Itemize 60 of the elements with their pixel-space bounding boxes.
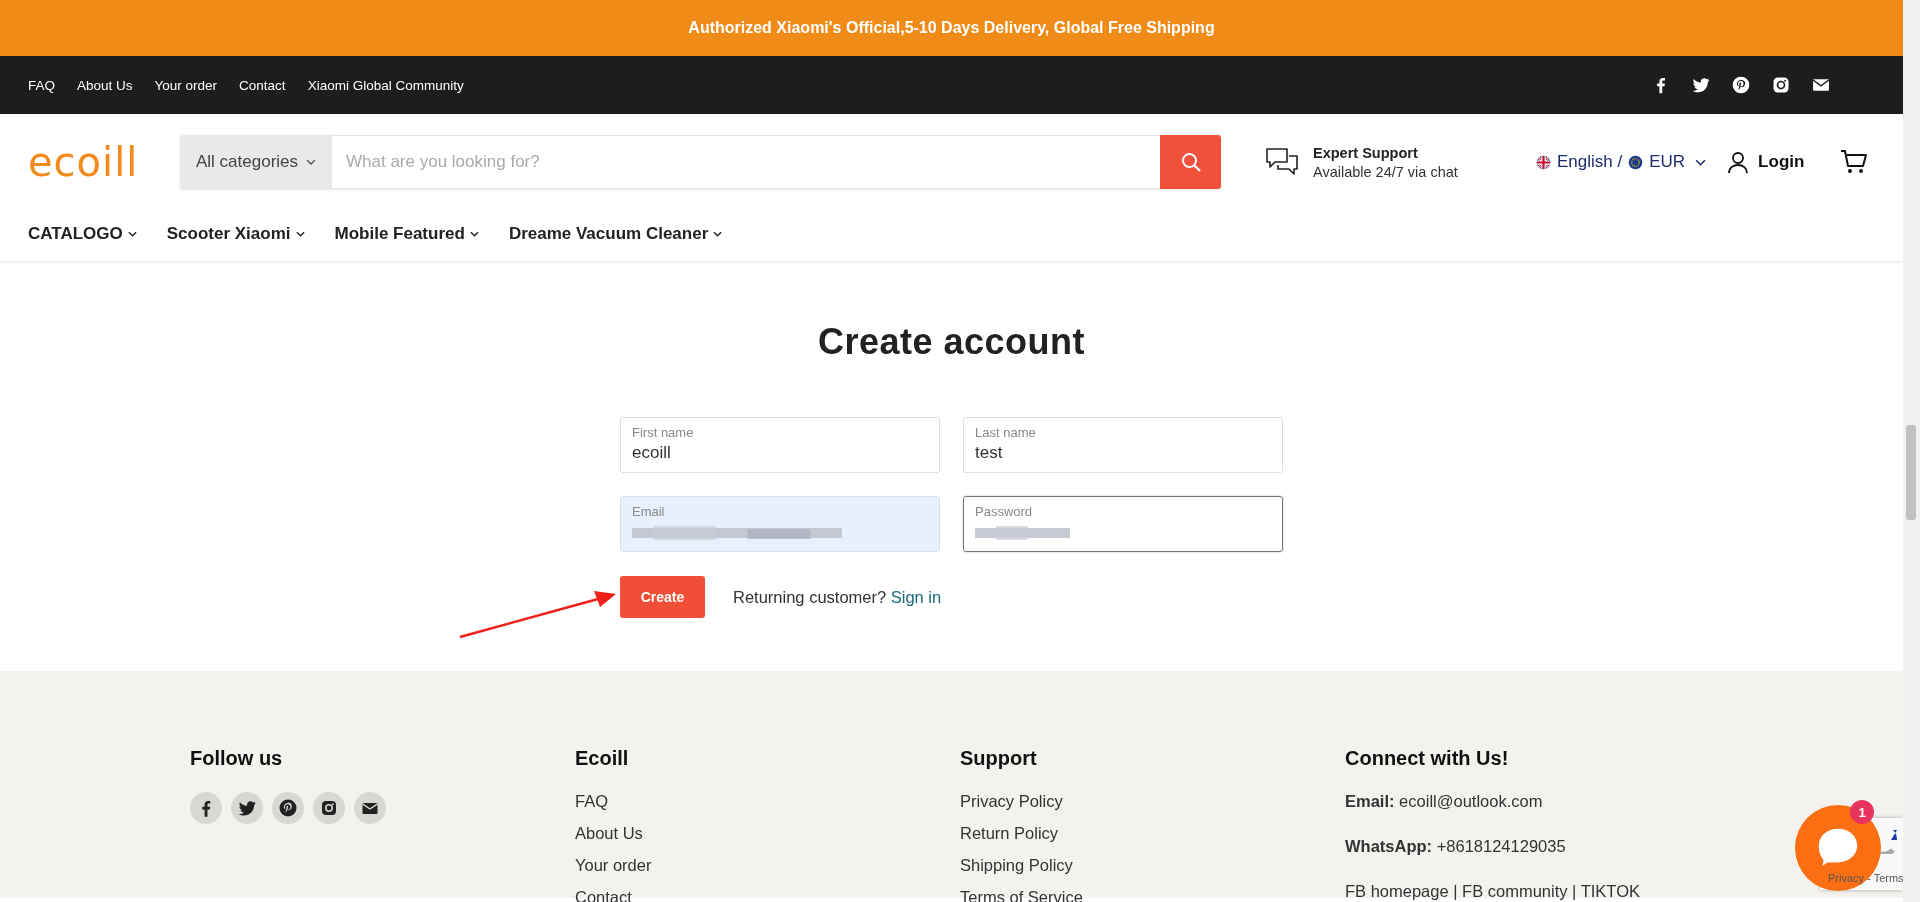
instagram-icon[interactable] bbox=[1771, 75, 1791, 95]
sign-in-link[interactable]: Sign in bbox=[890, 587, 942, 606]
contact-line: FB homepage | FB community | TIKTOK bbox=[1345, 882, 1641, 902]
chat-bubbles-icon bbox=[1265, 147, 1299, 177]
footer-link[interactable]: Privacy Policy bbox=[960, 792, 1345, 824]
chevron-down-icon bbox=[713, 230, 723, 237]
returning-customer-text: Returning customer? Sign in bbox=[733, 587, 942, 607]
nav-menu-item[interactable]: Scooter Xiaomi bbox=[166, 223, 305, 244]
contact-line: WhatsApp: +8618124129035 bbox=[1345, 837, 1567, 857]
twitter-icon[interactable] bbox=[1691, 75, 1711, 95]
facebook-icon[interactable] bbox=[190, 792, 222, 824]
user-icon[interactable] bbox=[1726, 149, 1751, 175]
nav-menu-item[interactable]: CATALOGO bbox=[28, 223, 137, 244]
pinterest-icon[interactable] bbox=[272, 792, 304, 824]
login-link[interactable]: Login bbox=[1758, 152, 1805, 172]
input-field[interactable]: First name ecoill bbox=[620, 417, 940, 473]
category-dropdown[interactable]: All categories bbox=[180, 135, 332, 189]
page-title: Create account bbox=[817, 321, 1086, 363]
top-link[interactable]: Xiaomi Global Community bbox=[307, 77, 464, 93]
search-field[interactable]: What are you looking for? bbox=[332, 135, 1160, 189]
footer-link[interactable]: Shipping Policy bbox=[960, 856, 1345, 888]
twitter-icon[interactable] bbox=[231, 792, 263, 824]
chevron-down-icon bbox=[127, 230, 137, 237]
mail-icon[interactable] bbox=[354, 792, 386, 824]
chevron-down-icon bbox=[306, 159, 317, 165]
create-button[interactable]: Create bbox=[620, 576, 705, 618]
top-link[interactable]: Your order bbox=[154, 77, 218, 93]
contact-line: Email: ecoill@outlook.com bbox=[1345, 792, 1544, 812]
cart-icon[interactable] bbox=[1840, 149, 1869, 175]
footer-heading: Follow us bbox=[190, 747, 284, 770]
search-button[interactable] bbox=[1160, 135, 1221, 189]
top-link[interactable]: About Us bbox=[77, 77, 133, 93]
footer-link[interactable]: Your order bbox=[575, 856, 960, 888]
footer-heading: Ecoill bbox=[575, 747, 630, 770]
input-field[interactable]: Password bbox=[963, 496, 1283, 552]
currency-selector[interactable]: EUR bbox=[1649, 152, 1686, 172]
pinterest-icon[interactable] bbox=[1731, 75, 1751, 95]
flag-icon[interactable] bbox=[1535, 153, 1552, 171]
language-selector[interactable]: English / bbox=[1557, 152, 1623, 172]
support-subtitle: Available 24/7 via chat bbox=[1313, 163, 1458, 180]
instagram-icon[interactable] bbox=[313, 792, 345, 824]
footer-link[interactable]: Return Policy bbox=[960, 824, 1345, 856]
footer-heading: Connect with Us! bbox=[1345, 747, 1510, 770]
chevron-down-icon[interactable] bbox=[1695, 158, 1707, 166]
nav-menu-item[interactable]: Dreame Vacuum Cleaner bbox=[508, 223, 723, 244]
nav-menu-item[interactable]: Mobile Featured bbox=[334, 223, 479, 244]
top-link[interactable]: Contact bbox=[239, 77, 286, 93]
footer-link[interactable]: FAQ bbox=[575, 792, 960, 824]
chevron-down-icon bbox=[469, 230, 479, 237]
chevron-down-icon bbox=[295, 230, 305, 237]
announcement-text: Authorized Xiaomi's Official,5-10 Days Delivery, Global Free Shipping bbox=[688, 19, 1215, 37]
footer-link[interactable]: About Us bbox=[575, 824, 960, 856]
scrollbar-thumb[interactable] bbox=[1906, 425, 1916, 520]
support-title: Expert Support bbox=[1313, 144, 1419, 161]
top-link[interactable]: FAQ bbox=[28, 77, 55, 93]
input-field[interactable]: Last name test bbox=[963, 417, 1283, 473]
recaptcha-links[interactable]: Privacy - Terms bbox=[1828, 872, 1903, 884]
scrollbar[interactable] bbox=[1903, 0, 1920, 902]
eu-flag-icon[interactable] bbox=[1627, 153, 1645, 171]
footer-heading: Support bbox=[960, 747, 1038, 770]
